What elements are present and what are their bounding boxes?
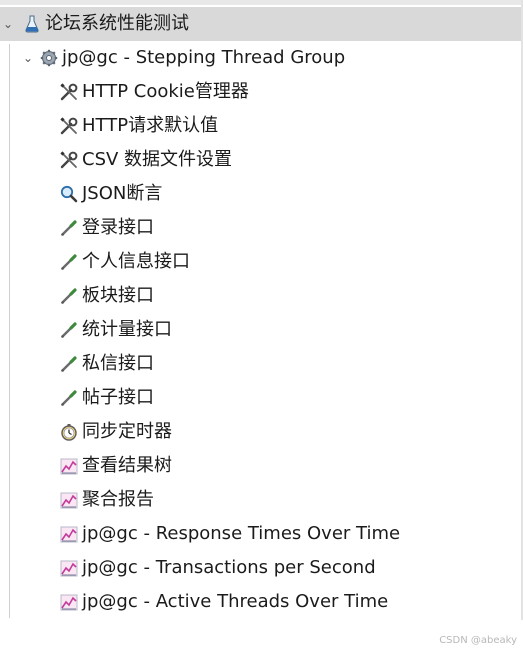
tree-node[interactable]: jp@gc - Active Threads Over Time: [0, 585, 521, 619]
tree-node[interactable]: 登录接口: [0, 211, 521, 245]
tree-node-label: 私信接口: [82, 353, 154, 374]
magnifier-assertion-icon: [59, 184, 79, 204]
wrench-config-icon: [59, 82, 79, 102]
wrench-config-icon: [59, 116, 79, 136]
tree-node-label: HTTP Cookie管理器: [82, 81, 249, 102]
gear-icon: [39, 48, 59, 68]
tree-node-label: 论坛系统性能测试: [45, 13, 189, 34]
pipette-sampler-icon: [59, 252, 79, 272]
tree-node-label: jp@gc - Active Threads Over Time: [82, 591, 389, 612]
tree-node[interactable]: CSV 数据文件设置: [0, 143, 521, 177]
tree-node[interactable]: 查看结果树: [0, 449, 521, 483]
tree-node[interactable]: JSON断言: [0, 177, 521, 211]
watermark: CSDN @abeaky: [439, 635, 517, 646]
timer-icon: [59, 422, 79, 442]
top-strip: [0, 0, 523, 5]
chart-listener-icon: [59, 558, 79, 578]
tree-node-label: CSV 数据文件设置: [82, 149, 233, 170]
pipette-sampler-icon: [59, 354, 79, 374]
tree-node-label: 统计量接口: [82, 319, 172, 340]
tree-node-label: jp@gc - Response Times Over Time: [82, 523, 401, 544]
tree-node[interactable]: 聚合报告: [0, 483, 521, 517]
tree-node[interactable]: 同步定时器: [0, 415, 521, 449]
tree-node-label: 登录接口: [82, 217, 154, 238]
tree-node[interactable]: 个人信息接口: [0, 245, 521, 279]
tree-node[interactable]: 私信接口: [0, 347, 521, 381]
chevron-down-icon[interactable]: ⌄: [20, 41, 36, 75]
pipette-sampler-icon: [59, 218, 79, 238]
tree-node-label: 聚合报告: [82, 489, 154, 510]
tree-node-label: 板块接口: [82, 285, 154, 306]
tree-node-label: HTTP请求默认值: [82, 115, 219, 136]
pipette-sampler-icon: [59, 320, 79, 340]
pipette-sampler-icon: [59, 388, 79, 408]
chart-listener-icon: [59, 490, 79, 510]
tree-node[interactable]: 统计量接口: [0, 313, 521, 347]
tree-node-test-plan[interactable]: ⌄ 论坛系统性能测试: [0, 7, 521, 41]
tree-node[interactable]: jp@gc - Response Times Over Time: [0, 517, 521, 551]
tree-node[interactable]: 帖子接口: [0, 381, 521, 415]
tree-node[interactable]: jp@gc - Transactions per Second: [0, 551, 521, 585]
wrench-config-icon: [59, 150, 79, 170]
pipette-sampler-icon: [59, 286, 79, 306]
tree-node-label: 帖子接口: [82, 387, 154, 408]
tree-node-thread-group[interactable]: ⌄ jp@gc - Stepping Thread Group: [0, 41, 521, 75]
chart-listener-icon: [59, 456, 79, 476]
tree-node-label: 同步定时器: [82, 421, 172, 442]
tree-node[interactable]: HTTP请求默认值: [0, 109, 521, 143]
chart-listener-icon: [59, 524, 79, 544]
chevron-down-icon[interactable]: ⌄: [0, 7, 16, 41]
tree-node-label: jp@gc - Transactions per Second: [82, 557, 376, 578]
chart-listener-icon: [59, 592, 79, 612]
tree-node-label: 个人信息接口: [82, 251, 190, 272]
jmeter-test-tree: ⌄ 论坛系统性能测试 ⌄ jp@gc - Stepping Thread Gro…: [0, 0, 523, 652]
test-plan-flask-icon: [22, 14, 42, 34]
tree-node[interactable]: HTTP Cookie管理器: [0, 75, 521, 109]
tree-node-label: jp@gc - Stepping Thread Group: [62, 47, 346, 68]
tree-node-label: 查看结果树: [82, 455, 172, 476]
tree-node-label: JSON断言: [82, 183, 163, 204]
tree-node[interactable]: 板块接口: [0, 279, 521, 313]
